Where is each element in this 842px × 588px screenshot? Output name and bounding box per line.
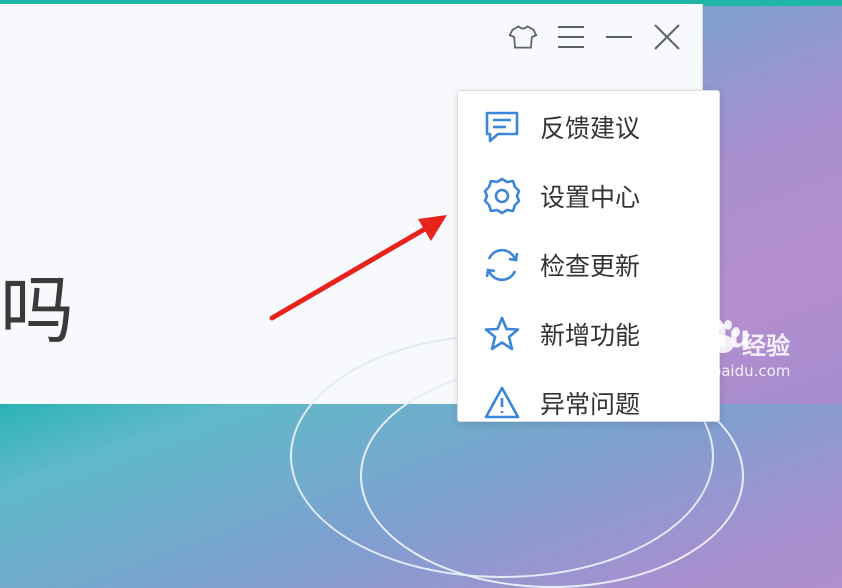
baidu-jingyan-watermark: Baidu 经验 jingyan.baidu.com [650, 318, 830, 388]
watermark-url: jingyan.baidu.com [652, 362, 791, 380]
watermark-cn: 经验 [742, 332, 790, 360]
baidu-paw-logo-icon [707, 320, 740, 353]
